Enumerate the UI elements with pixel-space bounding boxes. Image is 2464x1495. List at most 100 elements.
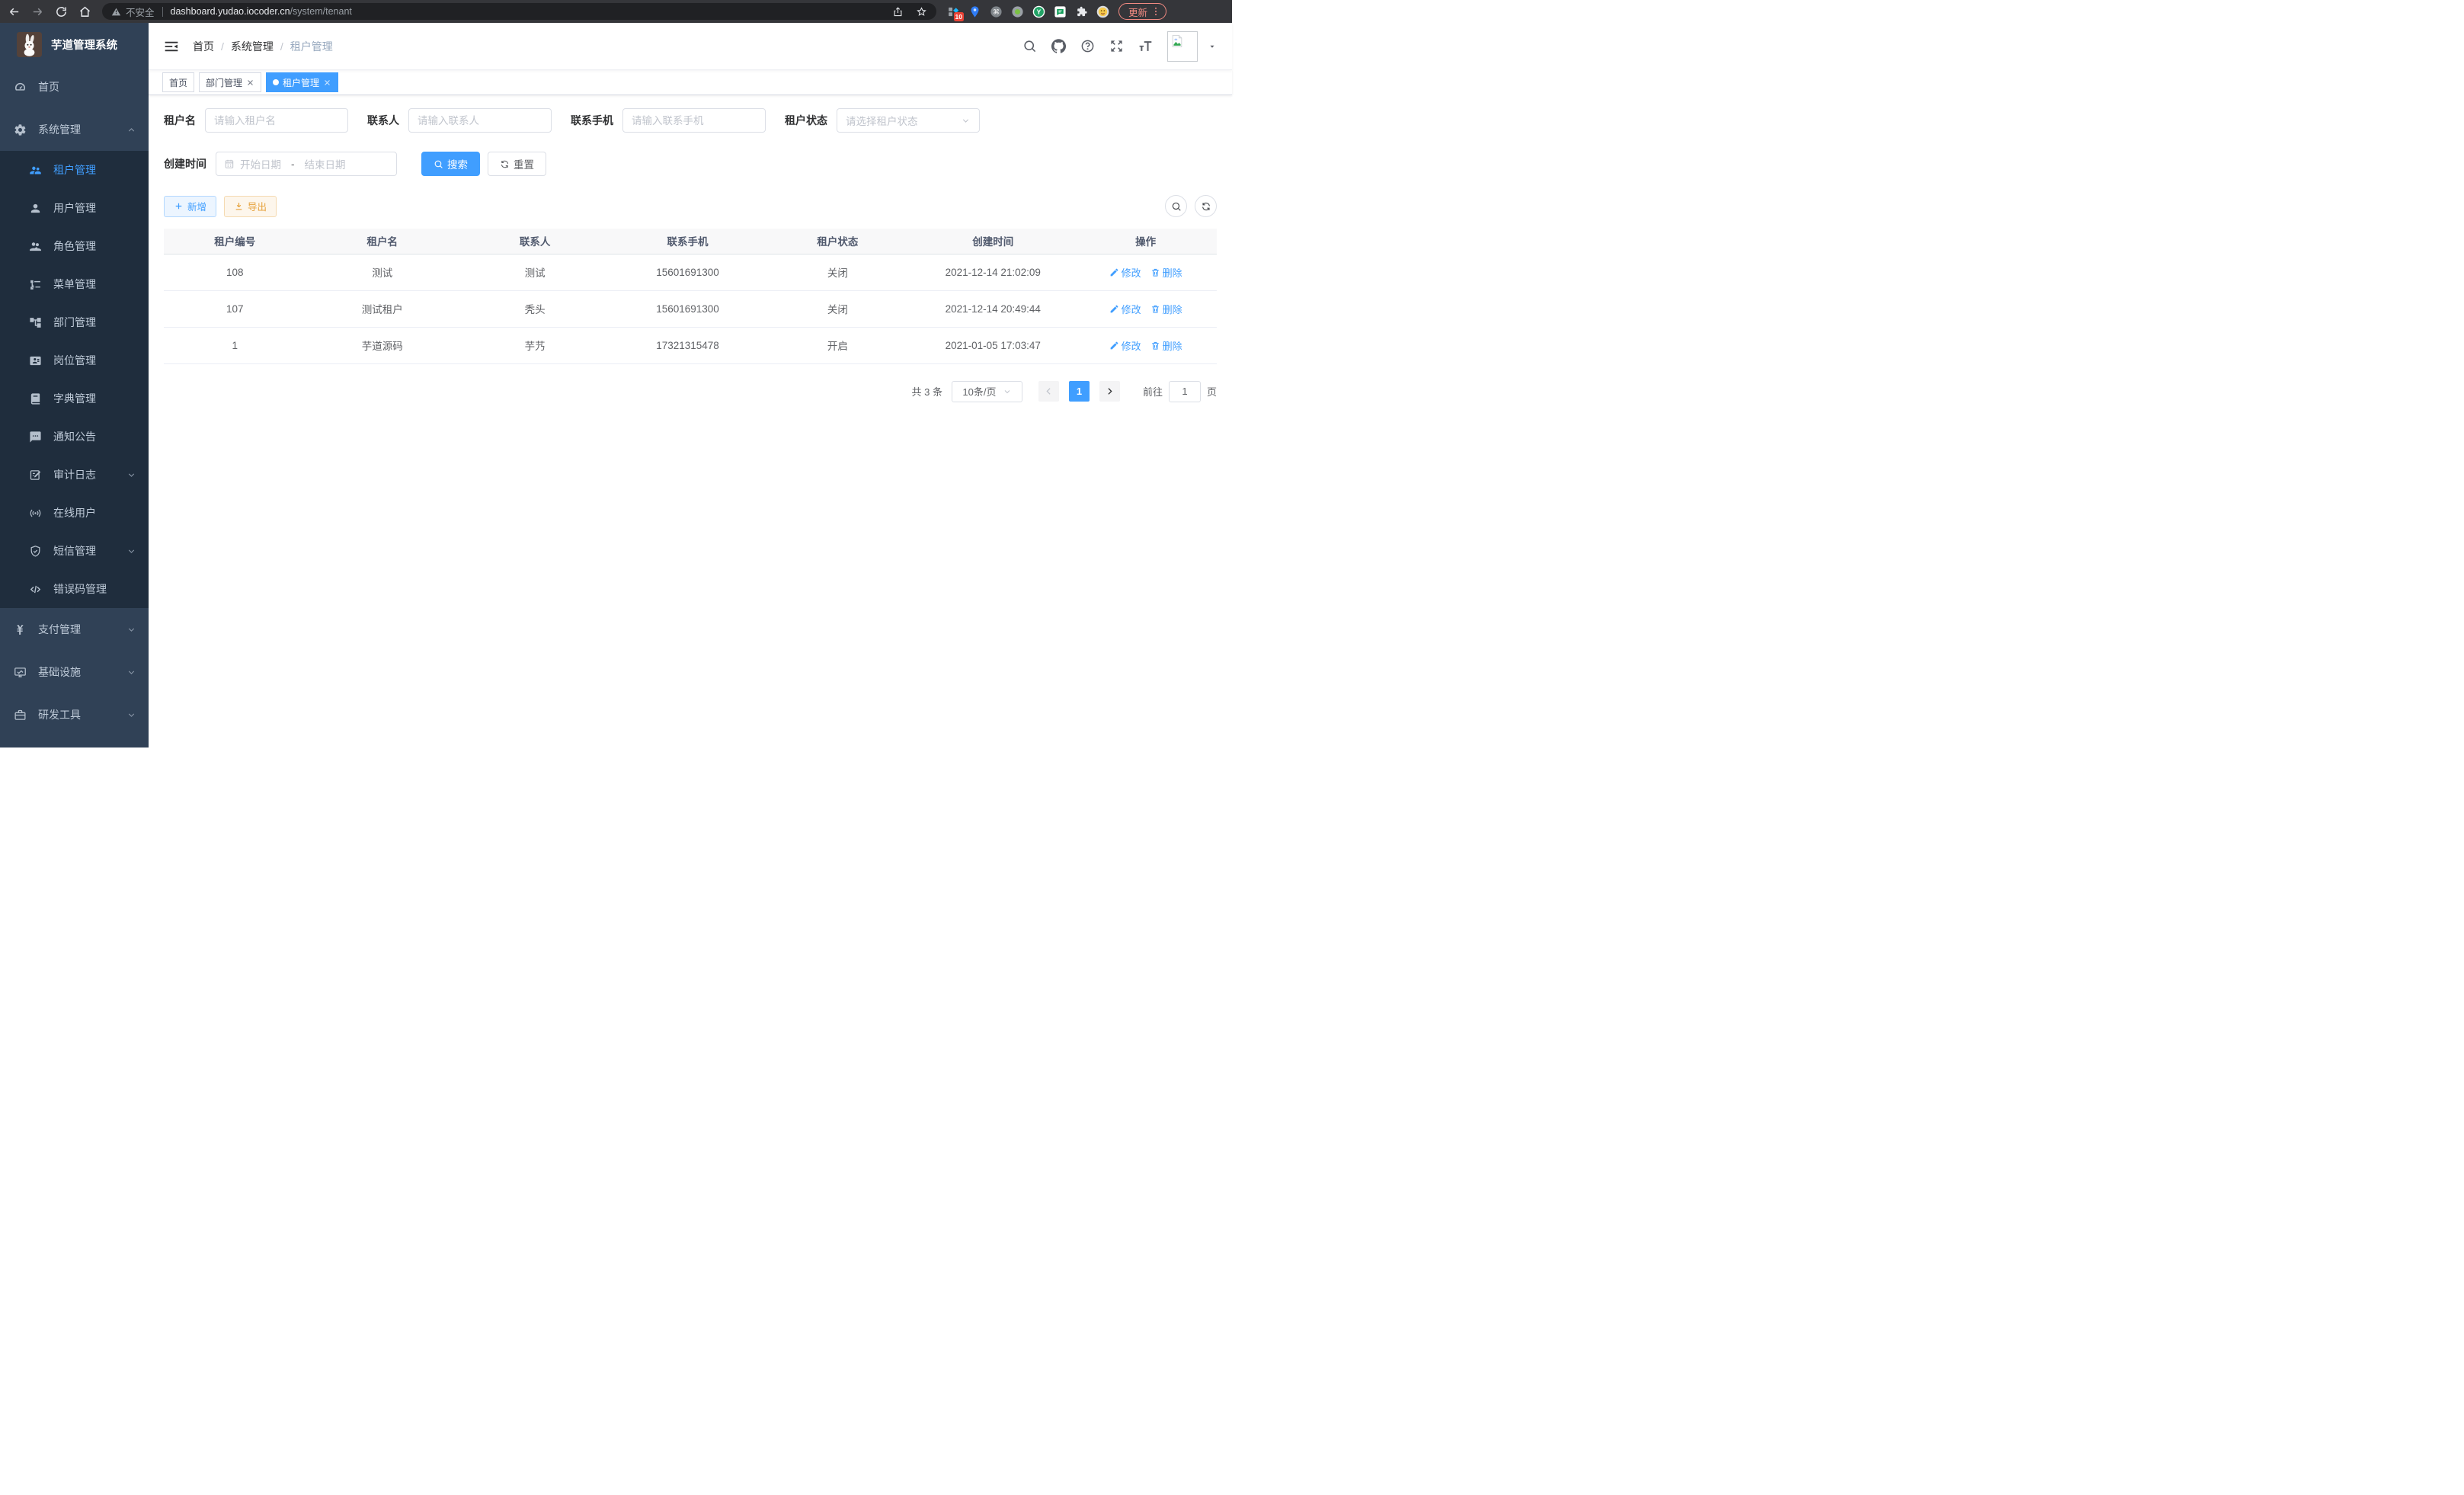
toggle-search-button[interactable] (1165, 195, 1187, 217)
broken-image-icon (1170, 34, 1185, 49)
browser-menu-icon[interactable] (1150, 6, 1161, 17)
chevron-up-icon (126, 125, 136, 135)
sidebar-submenu: 租户管理用户管理角色管理菜单管理部门管理岗位管理字典管理通知公告审计日志在线用户… (0, 151, 149, 608)
sidebar-item-post[interactable]: 岗位管理 (0, 341, 149, 379)
close-icon[interactable] (323, 78, 331, 87)
sidebar-item-menu[interactable]: 菜单管理 (0, 265, 149, 303)
fullscreen-icon[interactable] (1109, 39, 1124, 53)
phone-label: 联系手机 (571, 113, 613, 128)
reload-icon[interactable] (55, 5, 68, 18)
edit-button-label: 修改 (1122, 265, 1141, 280)
sidebar-item-label: 菜单管理 (53, 277, 96, 292)
share-icon[interactable] (892, 6, 904, 18)
sidebar-item-infra[interactable]: 基础设施 (0, 651, 149, 693)
goto-page-input[interactable] (1169, 381, 1201, 402)
export-button[interactable]: 导出 (224, 196, 277, 217)
ext-chat-icon[interactable] (1054, 5, 1067, 18)
bookmark-star-icon[interactable] (916, 6, 927, 18)
next-page-button[interactable] (1099, 381, 1120, 402)
page-number-button[interactable]: 1 (1069, 381, 1090, 402)
sidebar-item-online[interactable]: 在线用户 (0, 494, 149, 532)
sidebar-item-role[interactable]: 角色管理 (0, 227, 149, 265)
sidebar-logo-row[interactable]: 芋道管理系统 (0, 23, 149, 66)
sidebar-item-home[interactable]: 首页 (0, 66, 149, 108)
phone-input[interactable] (632, 115, 757, 126)
edit-button[interactable]: 修改 (1109, 302, 1141, 316)
date-range-picker[interactable]: 开始日期 - 结束日期 (216, 152, 397, 176)
sidebar-item-sms[interactable]: 短信管理 (0, 532, 149, 570)
sidebar-item-label: 用户管理 (53, 200, 96, 216)
download-icon (234, 201, 244, 211)
forward-icon[interactable] (31, 5, 44, 18)
reset-button[interactable]: 重置 (488, 152, 546, 176)
refresh-table-button[interactable] (1195, 195, 1217, 217)
status-select[interactable]: 请选择租户状态 (837, 108, 980, 133)
edit-button[interactable]: 修改 (1109, 265, 1141, 280)
cell-tenant-name: 测试 (306, 254, 459, 290)
sidebar: 芋道管理系统 首页系统管理租户管理用户管理角色管理菜单管理部门管理岗位管理字典管… (0, 23, 149, 748)
page-size-select[interactable]: 10条/页 (952, 381, 1022, 402)
delete-button[interactable]: 删除 (1150, 302, 1182, 316)
sidebar-item-label: 岗位管理 (53, 353, 96, 368)
edit-button[interactable]: 修改 (1109, 338, 1141, 353)
tenant-name-input[interactable] (214, 115, 339, 126)
tab-tenant[interactable]: 租户管理 (266, 72, 338, 92)
help-icon[interactable] (1080, 39, 1095, 53)
cell-tenant-name: 芋道源码 (306, 327, 459, 363)
sidebar-item-user[interactable]: 用户管理 (0, 189, 149, 227)
github-icon[interactable] (1051, 39, 1066, 53)
header-search-icon[interactable] (1022, 39, 1037, 53)
tab-dept[interactable]: 部门管理 (199, 72, 261, 92)
audit-icon (29, 469, 42, 482)
sidebar-item-label: 审计日志 (53, 467, 96, 482)
browser-update-button[interactable]: 更新 (1118, 3, 1166, 20)
user-avatar[interactable] (1167, 31, 1198, 62)
sidebar-item-tenant[interactable]: 租户管理 (0, 151, 149, 189)
search-button[interactable]: 搜索 (421, 152, 480, 176)
breadcrumb-item-home[interactable]: 首页 (193, 39, 214, 54)
back-icon[interactable] (8, 5, 21, 18)
add-button[interactable]: 新增 (164, 196, 216, 217)
sidebar-item-label: 在线用户 (53, 505, 96, 520)
home-icon[interactable] (78, 5, 91, 18)
trash-icon (1150, 341, 1160, 351)
breadcrumb-item-system[interactable]: 系统管理 (231, 39, 274, 54)
prev-page-button[interactable] (1038, 381, 1059, 402)
font-size-icon[interactable] (1138, 39, 1153, 53)
dashboard-icon (14, 81, 27, 94)
filter-row-2: 创建时间 开始日期 - 结束日期 搜索 重置 (164, 152, 1217, 176)
sidebar-item-errcode[interactable]: 错误码管理 (0, 570, 149, 608)
ext-grid-icon[interactable]: 10 (947, 5, 960, 18)
date-separator: - (286, 158, 299, 170)
sidebar-toggle-icon[interactable] (164, 39, 179, 54)
puzzle-icon[interactable] (1075, 5, 1088, 18)
sidebar-item-system[interactable]: 系统管理 (0, 108, 149, 151)
sidebar-item-label: 基础设施 (38, 664, 81, 680)
ext-y-icon[interactable]: Y (1032, 5, 1045, 18)
address-bar[interactable]: 不安全 dashboard.yudao.iocoder.cn/system/te… (102, 3, 936, 20)
sidebar-item-audit[interactable]: 审计日志 (0, 456, 149, 494)
sidebar-item-pay[interactable]: 支付管理 (0, 608, 149, 651)
contact-label: 联系人 (367, 113, 399, 128)
sidebar-item-dept[interactable]: 部门管理 (0, 303, 149, 341)
column-header: 租户编号 (164, 229, 306, 254)
sidebar-item-dict[interactable]: 字典管理 (0, 379, 149, 418)
ext-pin-icon[interactable] (968, 5, 981, 18)
close-icon[interactable] (246, 78, 254, 87)
refresh-icon (500, 159, 510, 169)
avatar-caret-icon[interactable] (1208, 42, 1217, 51)
search-icon (434, 159, 443, 169)
table-row: 108测试测试15601691300关闭2021-12-14 21:02:09修… (164, 254, 1217, 290)
contact-input[interactable] (418, 115, 542, 126)
table-toolbar: 新增 导出 (164, 195, 1217, 217)
sidebar-item-tools[interactable]: 研发工具 (0, 693, 149, 736)
delete-button[interactable]: 删除 (1150, 265, 1182, 280)
url-host: dashboard.yudao.iocoder.cn (171, 6, 290, 17)
profile-avatar-icon[interactable] (1096, 5, 1109, 18)
tab-label: 租户管理 (283, 76, 319, 89)
sidebar-item-notice[interactable]: 通知公告 (0, 418, 149, 456)
tab-home[interactable]: 首页 (162, 72, 194, 92)
delete-button[interactable]: 删除 (1150, 338, 1182, 353)
ext-command-icon[interactable]: ⌘ (990, 5, 1003, 18)
ext-dot-icon[interactable] (1011, 5, 1024, 18)
